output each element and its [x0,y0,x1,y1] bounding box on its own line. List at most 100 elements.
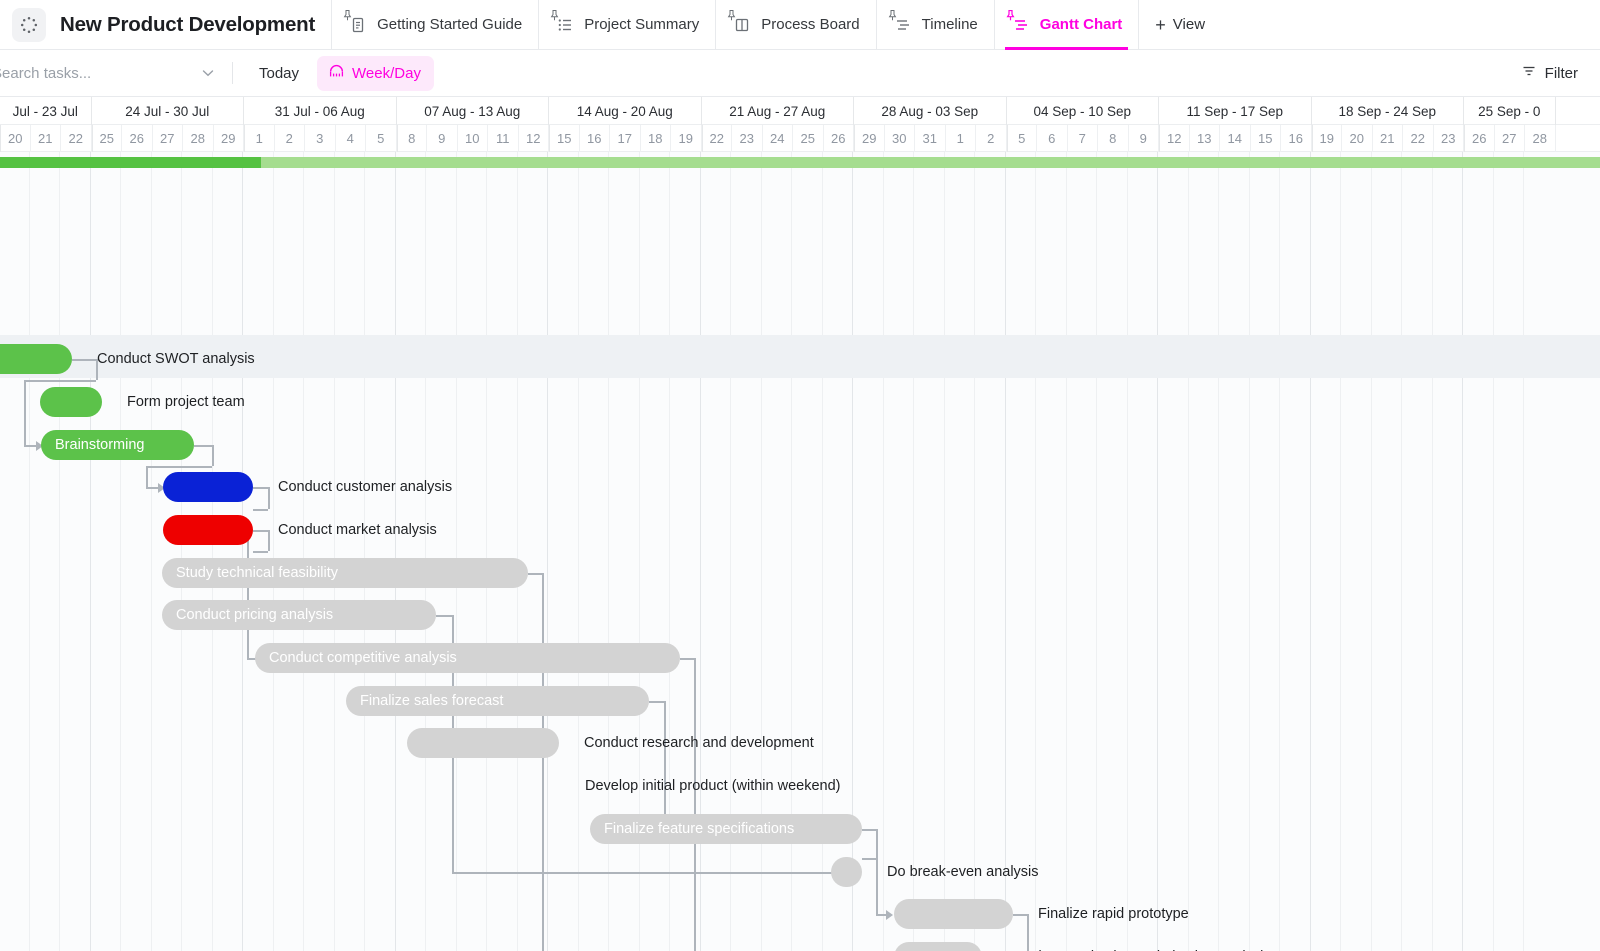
day-header-cell: 1 [244,125,275,152]
zoom-level-button[interactable]: Week/Day [317,55,434,91]
dependency-link [876,914,886,916]
task-bar[interactable]: Finalize sales forecast [346,686,649,716]
task-label: Form project team [127,394,245,410]
dependency-arrow [886,910,893,920]
gantt-chart-canvas[interactable]: Conduct SWOT analysis Form project team Br… [0,152,1600,951]
day-header-cell: 25 [91,125,122,152]
task-bar[interactable]: Finalize feature specifications [590,814,862,844]
task-bar[interactable] [40,387,102,417]
filter-button[interactable]: Filter [1521,63,1578,83]
task-bar[interactable]: Brainstorming [41,430,194,460]
day-header-cell: 12 [1159,125,1190,152]
task-bar[interactable]: Study technical feasibility [162,558,528,588]
dependency-link [694,658,696,951]
dependency-link [268,487,270,509]
week-header-cell: 18 Sep - 24 Sep [1312,97,1464,125]
search-container [0,50,232,97]
pin-icon [343,9,352,20]
week-header-cell: 11 Sep - 17 Sep [1159,97,1312,125]
day-header-cell: 14 [1220,125,1251,152]
tab-process-board[interactable]: Process Board [715,0,875,50]
day-header-cell: 22 [701,125,732,152]
task-bar[interactable] [407,728,559,758]
tab-label: Gantt Chart [1039,16,1123,33]
day-header-cell: 8 [1098,125,1129,152]
task-label: Finalize rapid prototype [1038,906,1189,922]
task-bar[interactable] [0,344,72,374]
task-bar[interactable]: Conduct competitive analysis [255,643,680,673]
tab-label: Process Board [761,16,860,33]
day-header-cell: 30 [885,125,915,152]
tab-getting-started-guide[interactable]: Getting Started Guide [331,0,538,50]
task-bar[interactable] [831,857,862,887]
task-label: Conduct market analysis [278,522,437,538]
dependency-link [72,359,96,361]
week-header-row: Jul - 23 Jul 24 Jul - 30 Jul 31 Jul - 06 A… [0,97,1600,125]
dependency-link [146,487,158,489]
day-header-cell: 11 [488,125,519,152]
board-icon [727,9,752,35]
tab-gantt-chart[interactable]: Gantt Chart [993,0,1139,50]
doc-icon [343,9,368,35]
dependency-link [862,858,876,860]
project-icon[interactable] [12,7,46,42]
week-header-cell: 24 Jul - 30 Jul [92,97,244,125]
dependency-link [542,573,544,951]
dependency-link [862,829,876,831]
day-header-cell: 29 [854,125,885,152]
dependency-link [452,872,830,874]
today-button[interactable]: Today [247,59,311,88]
task-bar[interactable] [894,942,982,951]
day-header-cell: 15 [549,125,580,152]
tab-timeline[interactable]: Timeline [875,0,994,50]
tab-project-summary[interactable]: Project Summary [538,0,715,50]
dependency-link [24,445,36,447]
day-header-row: 20 21 22 25 26 27 28 29 1 2 3 4 5 8 9 10 11 12 15 16 17 18 19 2… [0,125,1600,152]
task-bar[interactable] [163,515,253,545]
day-header-cell: 2 [275,125,305,152]
dependency-link [194,445,212,447]
add-view-button[interactable]: + View [1138,0,1221,50]
search-input[interactable] [0,64,187,82]
pin-icon [550,9,559,20]
day-header-cell: 7 [1068,125,1098,152]
plus-icon: + [1155,14,1166,35]
day-header-cell: 28 [183,125,214,152]
dependency-link [680,658,694,660]
task-bar[interactable] [894,899,1013,929]
calendar-icon [328,63,345,84]
dependency-link [247,530,249,658]
task-label: Conduct customer analysis [278,479,453,495]
filter-label: Filter [1544,64,1578,82]
task-bar[interactable] [163,472,253,502]
day-header-cell: 26 [1464,125,1495,152]
task-label: Develop initial product (within weekend) [585,778,841,794]
dependency-link [876,829,878,914]
filter-icon [1521,63,1537,83]
week-header-cell: 04 Sep - 10 Sep [1007,97,1159,125]
pin-icon [888,9,896,20]
day-header-cell: 16 [580,125,610,152]
day-header-cell: 13 [1190,125,1220,152]
day-header-cell: 12 [519,125,549,152]
day-header-cell: 22 [61,125,92,152]
overall-progress-bar [0,157,1600,168]
gantt-icon [1006,9,1031,35]
chevron-down-icon[interactable] [200,65,216,81]
dependency-link [253,530,268,532]
app-header: New Product Development Getting Started … [0,0,1600,50]
tab-label: Getting Started Guide [377,16,523,33]
dependency-link [24,380,26,445]
day-header-cell: 24 [763,125,793,152]
day-header-cell: 17 [610,125,641,152]
task-bar[interactable]: Conduct pricing analysis [162,600,436,630]
timeline-header: Jul - 23 Jul 24 Jul - 30 Jul 31 Jul - 06 A… [0,97,1600,152]
day-header-cell: 23 [732,125,763,152]
task-label: Do break-even analysis [887,864,1039,880]
day-header-cell: 16 [1281,125,1312,152]
day-header-cell: 10 [458,125,488,152]
day-header-cell: 21 [31,125,61,152]
task-label: Conduct production optimization analysis [1007,942,1271,951]
dependency-link [253,509,268,511]
day-header-cell: 19 [1311,125,1342,152]
